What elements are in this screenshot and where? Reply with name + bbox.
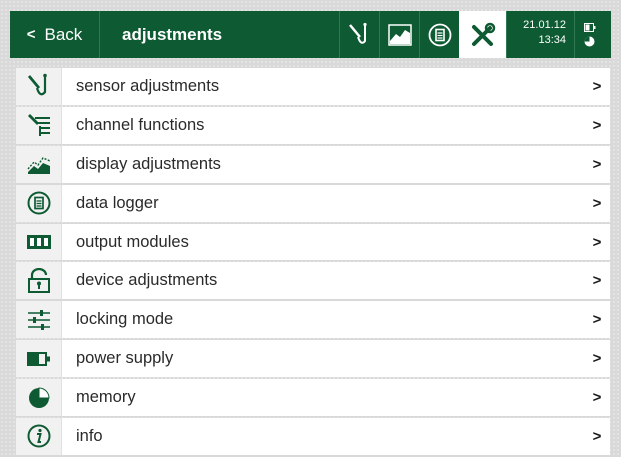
chevron-right-icon: > <box>592 272 602 290</box>
lock-open-icon <box>27 267 50 293</box>
chevron-right-icon: > <box>592 427 602 445</box>
output-modules-icon <box>26 235 51 249</box>
sliders-icon <box>27 309 50 330</box>
battery-icon <box>26 351 50 366</box>
chevron-right-icon: > <box>592 77 602 95</box>
back-button[interactable]: < Back <box>10 11 100 58</box>
sensor-icon <box>27 74 47 96</box>
pie-icon <box>28 387 50 408</box>
menu-item-label: data logger <box>76 193 159 212</box>
menu-item-locking-mode[interactable]: locking mode > <box>16 301 610 339</box>
chevron-right-icon: > <box>592 233 602 251</box>
toolbar-sensor-button[interactable] <box>339 11 379 58</box>
menu-item-label: locking mode <box>76 310 174 329</box>
menu-item-display-adjustments[interactable]: display adjustments > <box>16 145 610 183</box>
page-title: adjustments <box>122 24 223 44</box>
back-label: Back <box>44 24 83 44</box>
chevron-right-icon: > <box>592 311 602 329</box>
menu-item-sensor-adjustments[interactable]: sensor adjustments > <box>16 68 610 105</box>
menu-item-info[interactable]: info > <box>16 418 610 455</box>
date-time-display: 21.01.12 13:34 <box>506 11 574 58</box>
header-bar: < Back adjustments 21.01.12 13:34 <box>10 11 611 58</box>
logger-icon <box>27 191 50 215</box>
chevron-right-icon: > <box>592 116 602 134</box>
info-icon <box>27 424 50 448</box>
back-chevron-icon: < <box>26 26 36 43</box>
toolbar-logger-button[interactable] <box>419 11 459 58</box>
sensor-icon <box>348 22 367 44</box>
menu-item-power-supply[interactable]: power supply > <box>16 340 610 378</box>
menu-item-output-modules[interactable]: output modules > <box>16 223 610 261</box>
toolbar-chart-button[interactable] <box>379 11 419 58</box>
channel-functions-icon <box>27 114 50 137</box>
chevron-right-icon: > <box>592 194 602 212</box>
menu-item-label: power supply <box>76 349 174 368</box>
chart-icon <box>387 23 412 46</box>
chevron-right-icon: > <box>592 350 602 368</box>
tools-icon <box>471 22 495 46</box>
time-text: 13:34 <box>538 34 566 46</box>
menu-item-channel-functions[interactable]: channel functions > <box>16 106 610 144</box>
chevron-right-icon: > <box>592 389 602 407</box>
toolbar-tools-button[interactable] <box>459 11 506 58</box>
logger-icon <box>428 23 451 46</box>
menu-item-label: memory <box>76 388 136 407</box>
menu-item-device-adjustments[interactable]: device adjustments > <box>16 262 610 300</box>
menu-item-label: sensor adjustments <box>76 76 220 95</box>
menu-item-data-logger[interactable]: data logger > <box>16 184 610 222</box>
memory-status-icon <box>584 36 595 46</box>
battery-status-icon <box>583 22 595 32</box>
menu-item-label: output modules <box>76 232 189 251</box>
menu-item-label: info <box>76 426 103 445</box>
status-indicators <box>574 11 604 58</box>
chevron-right-icon: > <box>592 155 602 173</box>
adjustments-menu: sensor adjustments > channel functions >… <box>16 68 610 457</box>
chart-icon <box>26 157 50 175</box>
date-text: 21.01.12 <box>523 19 566 31</box>
menu-item-label: display adjustments <box>76 154 221 173</box>
menu-item-label: device adjustments <box>76 271 218 290</box>
menu-item-memory[interactable]: memory > <box>16 379 610 417</box>
menu-item-label: channel functions <box>76 115 205 134</box>
